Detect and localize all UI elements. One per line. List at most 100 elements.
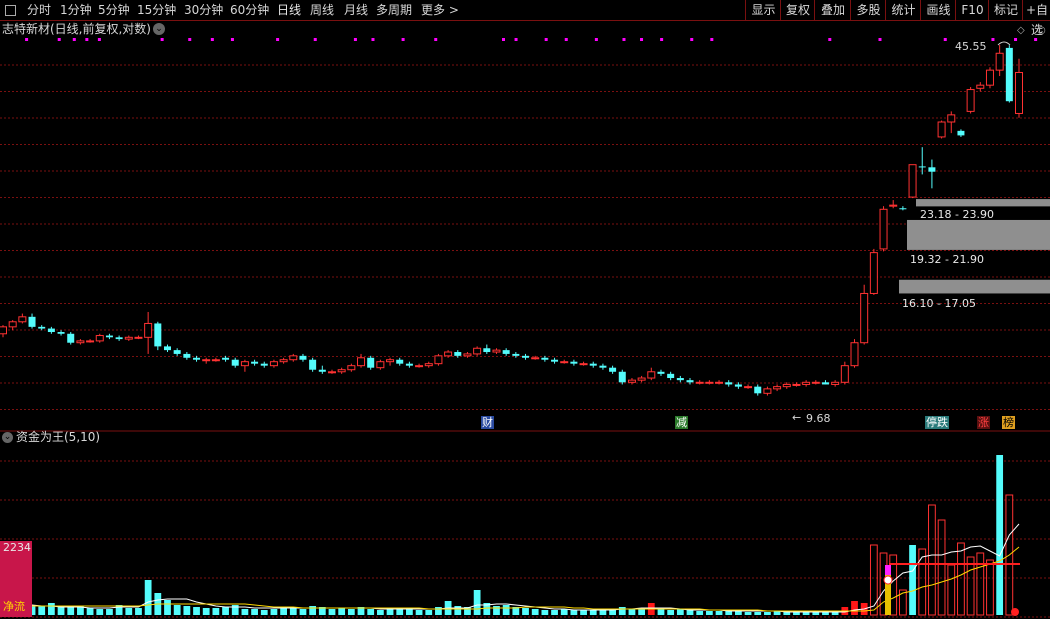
event-marker-reduce[interactable]: 减 xyxy=(675,416,688,429)
event-marker-halt[interactable]: 停跌 xyxy=(925,416,949,429)
flow-bar xyxy=(454,606,462,615)
flow-bar xyxy=(744,612,752,615)
toolbar-action-3[interactable]: 多股 xyxy=(850,0,886,20)
top-marker-dot xyxy=(640,38,644,41)
candle-body xyxy=(309,359,317,370)
chevron-down-icon[interactable]: ⌄ xyxy=(153,23,165,35)
flow-bar xyxy=(347,609,355,615)
candle-body xyxy=(163,346,171,351)
candle-body xyxy=(115,337,123,340)
toolbar-action-0[interactable]: 显示 xyxy=(745,0,781,20)
top-marker-dot xyxy=(313,38,317,41)
period-tab-7[interactable]: 周线 xyxy=(310,2,334,18)
candle-body xyxy=(782,383,791,388)
candle-body xyxy=(966,89,975,112)
flow-bar xyxy=(406,609,413,615)
diamond-icon[interactable]: ◇ xyxy=(1017,24,1025,37)
event-marker-limit-up[interactable]: 涨 xyxy=(977,416,990,429)
event-marker-list[interactable]: 榜 xyxy=(1002,416,1015,429)
candle-body xyxy=(279,359,288,363)
flow-bar xyxy=(260,610,268,615)
candle-body xyxy=(705,381,714,384)
flow-bar xyxy=(241,609,249,615)
event-marker-finance[interactable]: 财 xyxy=(481,416,494,429)
period-tab-3[interactable]: 15分钟 xyxy=(137,2,176,18)
candle-body xyxy=(299,355,307,360)
candle-body xyxy=(38,326,46,329)
flow-bar xyxy=(415,610,423,615)
period-tab-4[interactable]: 30分钟 xyxy=(184,2,223,18)
indicator-chevron-icon[interactable]: ⌄ xyxy=(2,432,13,443)
flow-bar xyxy=(764,612,771,615)
toolbar-action-2[interactable]: 叠加 xyxy=(814,0,851,20)
candle-body xyxy=(579,363,588,366)
candle-body xyxy=(231,359,239,366)
candle-body xyxy=(347,365,356,371)
toolbar-action-5[interactable]: 画线 xyxy=(920,0,956,20)
candle-body xyxy=(937,121,946,138)
candle-body xyxy=(376,361,385,369)
candle-body xyxy=(627,379,636,383)
candle-body xyxy=(173,350,181,354)
flow-bar xyxy=(976,552,985,616)
top-marker-dot xyxy=(943,38,947,41)
toolbar-action-1[interactable]: 复权 xyxy=(780,0,815,20)
toolbar-action-8[interactable]: +自选 xyxy=(1022,0,1050,37)
candle-body xyxy=(367,357,375,368)
flow-dot xyxy=(1011,608,1019,616)
flow-bar xyxy=(502,605,510,615)
top-marker-dot xyxy=(434,38,438,41)
flow-bar xyxy=(851,601,858,615)
flow-bar xyxy=(551,610,558,615)
top-marker-dot xyxy=(1014,38,1018,41)
flow-bar xyxy=(531,609,539,615)
period-tab-6[interactable]: 日线 xyxy=(277,2,301,18)
period-tab-9[interactable]: 多周期 xyxy=(376,2,412,18)
candle-body xyxy=(715,381,724,384)
flow-bar xyxy=(135,608,142,615)
candle-body xyxy=(483,348,491,353)
gap-zone xyxy=(899,279,1050,294)
candle-body xyxy=(695,381,704,384)
low-arrow-icon: ← xyxy=(792,411,802,424)
flow-bar xyxy=(96,609,104,615)
gap-zone-label: 16.10 - 17.05 xyxy=(902,297,976,310)
signal-dot xyxy=(883,575,893,585)
toolbar: 分时 1分钟 5分钟 15分钟 30分钟 60分钟 日线 周线 月线 多周期 更多 > 显示 复权 叠加多… xyxy=(0,0,1050,37)
flow-bar xyxy=(125,608,133,615)
candle-body xyxy=(434,355,443,365)
menu-box-icon[interactable] xyxy=(0,0,20,20)
flow-bar xyxy=(570,610,578,615)
period-tab-5[interactable]: 60分钟 xyxy=(230,2,269,18)
circle-icon[interactable]: ○ xyxy=(1037,24,1046,37)
candle-body xyxy=(647,371,656,379)
period-tab-8[interactable]: 月线 xyxy=(344,2,368,18)
candle-body xyxy=(560,361,569,364)
flow-bar xyxy=(47,603,55,615)
toolbar-action-7[interactable]: 标记 xyxy=(988,0,1023,20)
period-tab-0[interactable]: 分时 xyxy=(27,2,51,18)
flow-bar xyxy=(947,564,956,616)
candle-body xyxy=(318,369,326,372)
flow-bar xyxy=(251,609,258,615)
candle-body xyxy=(985,69,994,86)
period-tab-1[interactable]: 1分钟 xyxy=(60,2,92,18)
flow-bar xyxy=(580,610,587,615)
candle-body xyxy=(551,359,559,362)
candle-body xyxy=(28,316,36,327)
candle-body xyxy=(869,252,878,294)
candle-body xyxy=(396,359,404,364)
top-marker-dot xyxy=(710,38,714,41)
toolbar-action-6[interactable]: F10 xyxy=(955,0,989,20)
flow-bar xyxy=(280,608,287,615)
top-marker-dot xyxy=(276,38,280,41)
period-tab-10[interactable]: 更多 > xyxy=(421,2,459,18)
flow-bar xyxy=(686,610,694,615)
period-tab-2[interactable]: 5分钟 xyxy=(98,2,130,18)
candle-body xyxy=(415,365,424,368)
gap-zone xyxy=(916,199,1050,207)
candle-body xyxy=(134,336,143,339)
toolbar-action-4[interactable]: 统计 xyxy=(885,0,921,20)
flow-bar xyxy=(183,606,191,615)
flow-bar xyxy=(144,580,152,615)
